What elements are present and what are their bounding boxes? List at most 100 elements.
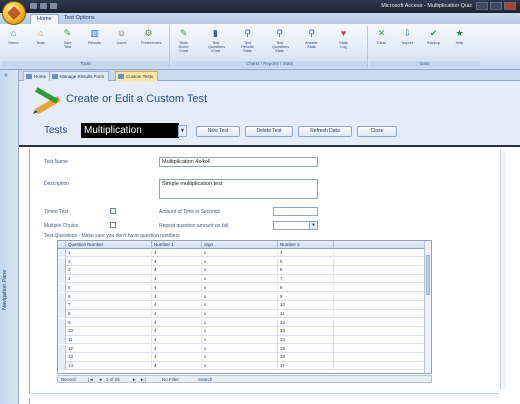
previous-record-icon[interactable]: ◄ — [98, 376, 102, 383]
table-cell[interactable]: 4 — [152, 318, 202, 327]
first-record-icon[interactable]: |◄ — [88, 376, 94, 383]
amount-time-field[interactable] — [273, 207, 318, 216]
description-field[interactable]: Simple multiplication test — [159, 179, 318, 199]
table-cell[interactable]: 10 — [278, 301, 334, 310]
table-cell[interactable]: x — [202, 318, 278, 327]
table-cell[interactable]: x — [202, 249, 278, 258]
form-vertical-scrollbar[interactable] — [500, 149, 506, 389]
table-cell[interactable]: 11 — [278, 309, 334, 319]
ribbon-button[interactable]: ⌂ Home — [6, 27, 21, 45]
table-row[interactable]: 8 4 x 11 — [58, 309, 428, 319]
table-cell[interactable]: x — [202, 257, 278, 267]
table-row[interactable]: 24x5 — [58, 257, 428, 267]
table-cell[interactable]: 11 — [66, 336, 152, 345]
table-row[interactable]: 54x8 — [58, 283, 428, 293]
table-cell[interactable]: 14 — [66, 362, 152, 371]
doc-tab-home[interactable]: Home — [23, 71, 52, 81]
table-cell[interactable]: 13 — [66, 353, 152, 362]
table-cell[interactable]: x — [202, 336, 278, 345]
doc-tab-manage-results[interactable]: Manage Results Form — [49, 71, 110, 81]
table-cell[interactable]: 4 — [152, 249, 202, 258]
row-selector[interactable] — [58, 309, 66, 319]
column-header[interactable]: Number 1 — [152, 241, 202, 249]
table-cell[interactable]: 4 — [152, 257, 202, 267]
ribbon-button[interactable]: ⚲ Test Results Stats — [240, 27, 255, 54]
close-form-button[interactable]: Close — [357, 126, 397, 137]
delete-test-button[interactable]: Delete Test — [245, 126, 293, 137]
table-cell[interactable]: 5 — [66, 283, 152, 293]
refresh-data-button[interactable]: Refresh Data — [298, 126, 352, 137]
ribbon-button[interactable]: ✎ Tests Score Chart — [176, 27, 191, 54]
navigation-pane[interactable]: » Navigation Pane — [0, 70, 19, 404]
table-row[interactable]: 11 4 x 14 — [58, 336, 428, 345]
table-cell[interactable]: 14 — [278, 336, 334, 345]
repeat-amount-field[interactable]: ▼ — [273, 221, 318, 230]
scrollbar-thumb[interactable] — [426, 255, 430, 295]
timed-test-checkbox[interactable] — [110, 208, 116, 214]
row-selector[interactable] — [58, 362, 66, 371]
ribbon-button[interactable]: ✕ Clear — [374, 27, 389, 45]
table-cell[interactable]: 12 — [278, 318, 334, 327]
grid-vertical-scrollbar[interactable] — [424, 241, 431, 373]
table-cell[interactable]: 10 — [66, 327, 152, 336]
table-cell[interactable]: 4 — [152, 327, 202, 336]
table-cell[interactable]: x — [202, 353, 278, 362]
ribbon-button[interactable]: ▥ Results — [87, 27, 102, 45]
table-cell[interactable]: 7 — [66, 301, 152, 310]
table-cell[interactable]: 4 — [152, 344, 202, 354]
row-selector[interactable] — [58, 353, 66, 362]
table-cell[interactable]: 7 — [278, 275, 334, 284]
table-cell[interactable]: x — [202, 266, 278, 275]
multiple-choice-checkbox[interactable] — [110, 222, 116, 228]
table-cell[interactable]: 8 — [66, 309, 152, 319]
table-cell[interactable]: 4 — [278, 249, 334, 258]
row-selector[interactable] — [58, 249, 66, 258]
ribbon-button[interactable]: ☺ Users — [114, 27, 129, 45]
tab-home[interactable]: Home — [30, 14, 59, 24]
table-cell[interactable]: x — [202, 292, 278, 301]
table-cell[interactable]: 4 — [152, 266, 202, 275]
undo-icon[interactable] — [40, 3, 47, 9]
form-horizontal-scrollbar[interactable] — [29, 393, 499, 398]
table-cell[interactable]: 2 — [66, 257, 152, 267]
table-cell[interactable]: x — [202, 301, 278, 310]
table-cell[interactable]: 6 — [66, 292, 152, 301]
close-window-button[interactable] — [504, 2, 516, 10]
column-header[interactable]: Number 2 — [278, 241, 334, 249]
table-cell[interactable]: 4 — [152, 309, 202, 319]
filter-status[interactable]: No Filter — [162, 376, 179, 383]
last-record-icon[interactable]: ►| — [140, 376, 146, 383]
table-cell[interactable]: x — [202, 362, 278, 371]
chevron-down-icon[interactable]: ▼ — [309, 222, 317, 229]
table-row[interactable]: 14 4 x 17 — [58, 362, 428, 371]
table-cell[interactable]: 4 — [152, 301, 202, 310]
doc-tab-custom-tests[interactable]: Custom Tests — [115, 71, 159, 81]
table-cell[interactable]: 9 — [278, 292, 334, 301]
table-row[interactable]: 64x9 — [58, 292, 428, 301]
table-cell[interactable]: 1 — [66, 249, 152, 258]
ribbon-button[interactable]: ★ Help — [452, 27, 467, 45]
select-all-corner[interactable] — [58, 241, 66, 249]
table-cell[interactable]: 4 — [152, 336, 202, 345]
next-record-icon[interactable]: ► — [132, 376, 136, 383]
expand-arrow-icon[interactable]: » — [4, 72, 8, 79]
row-selector[interactable] — [58, 292, 66, 301]
row-selector[interactable] — [58, 283, 66, 293]
office-button[interactable] — [2, 1, 26, 25]
search-box[interactable]: Search — [198, 376, 212, 383]
row-selector[interactable] — [58, 257, 66, 267]
table-cell[interactable]: x — [202, 275, 278, 284]
table-cell[interactable]: 4 — [152, 353, 202, 362]
redo-icon[interactable] — [50, 3, 57, 9]
table-row[interactable]: 7 4 x 10 — [58, 301, 428, 310]
test-name-field[interactable]: Multiplication 4x4x4 — [159, 157, 318, 167]
ribbon-button[interactable]: ▮ Test Questions Chart — [208, 27, 225, 54]
table-cell[interactable]: x — [202, 327, 278, 336]
row-selector[interactable] — [58, 301, 66, 310]
chevron-down-icon[interactable]: ▼ — [178, 125, 187, 137]
table-cell[interactable]: 8 — [278, 283, 334, 293]
ribbon-button[interactable]: ⚲ Answer Stats — [304, 27, 319, 49]
save-icon[interactable] — [30, 3, 37, 9]
ribbon-button[interactable]: ⇩ Import — [400, 27, 415, 45]
row-selector[interactable] — [58, 318, 66, 327]
